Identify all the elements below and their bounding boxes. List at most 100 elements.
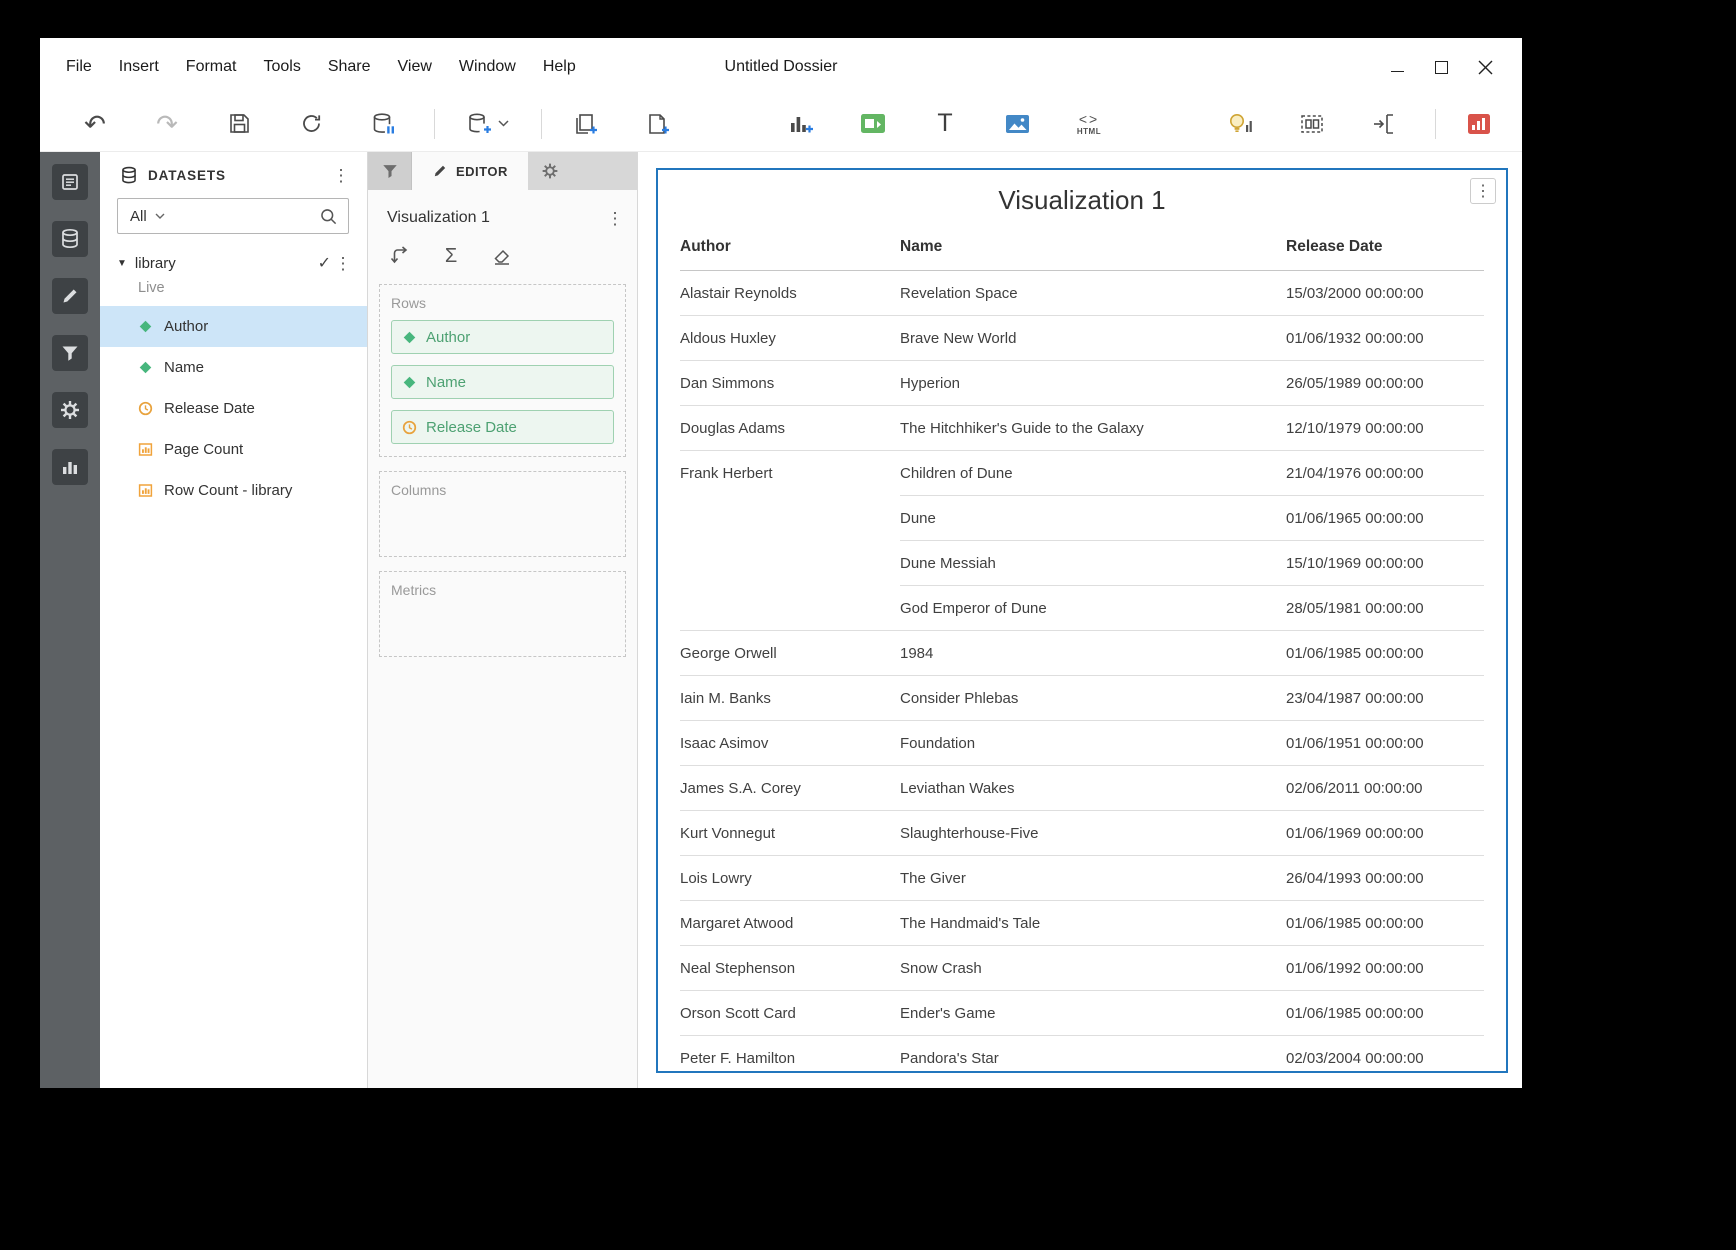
undo-button[interactable]: ↶	[74, 103, 116, 145]
cell-release-date[interactable]: 01/06/1985 00:00:00	[1286, 901, 1484, 946]
cell-author[interactable]: Alastair Reynolds	[680, 271, 900, 316]
add-image-button[interactable]	[996, 103, 1038, 145]
viz-options-menu-button[interactable]: ⋮	[603, 206, 627, 230]
clear-all-button[interactable]	[490, 244, 514, 268]
dataset-field-release-date[interactable]: Release Date	[100, 388, 367, 429]
cell-author[interactable]: Peter F. Hamilton	[680, 1036, 900, 1074]
cell-release-date[interactable]: 01/06/1932 00:00:00	[1286, 316, 1484, 361]
refresh-button[interactable]	[290, 103, 332, 145]
maximize-button[interactable]	[1426, 52, 1456, 82]
cell-name[interactable]: 1984	[900, 631, 1286, 676]
metrics-drop-zone[interactable]: Metrics	[379, 571, 626, 657]
dataset-field-page-count[interactable]: Page Count	[100, 429, 367, 470]
cell-release-date[interactable]: 01/06/1985 00:00:00	[1286, 991, 1484, 1036]
presentation-mode-button[interactable]	[1363, 103, 1405, 145]
cell-name[interactable]: Pandora's Star	[900, 1036, 1286, 1074]
expand-caret-icon[interactable]: ▼	[117, 258, 127, 269]
cell-name[interactable]: The Hitchhiker's Guide to the Galaxy	[900, 406, 1286, 451]
tab-format[interactable]	[528, 152, 572, 190]
add-selector-button[interactable]	[852, 103, 894, 145]
totals-button[interactable]: Σ	[439, 244, 463, 268]
cell-release-date[interactable]: 01/06/1965 00:00:00	[1286, 496, 1484, 541]
cell-name[interactable]: God Emperor of Dune	[900, 586, 1286, 631]
visualization-container[interactable]: ⋮ Visualization 1 AuthorNameRelease Date…	[656, 168, 1508, 1073]
cell-author[interactable]: Neal Stephenson	[680, 946, 900, 991]
cell-name[interactable]: Brave New World	[900, 316, 1286, 361]
add-text-button[interactable]: T	[924, 103, 966, 145]
auto-arrange-button[interactable]	[1291, 103, 1333, 145]
add-page-button[interactable]	[636, 103, 678, 145]
menu-tools[interactable]: Tools	[263, 58, 300, 76]
menu-format[interactable]: Format	[186, 58, 237, 76]
library-menu-button[interactable]: ⋮	[331, 251, 355, 275]
redo-button[interactable]: ↷	[146, 103, 188, 145]
cell-release-date[interactable]: 01/06/1992 00:00:00	[1286, 946, 1484, 991]
cell-author[interactable]: Lois Lowry	[680, 856, 900, 901]
cell-author[interactable]: Iain M. Banks	[680, 676, 900, 721]
visualization-menu-button[interactable]: ⋮	[1470, 178, 1496, 204]
cell-author[interactable]: James S.A. Corey	[680, 766, 900, 811]
columns-drop-zone[interactable]: Columns	[379, 471, 626, 557]
dataset-search-box[interactable]: All	[117, 198, 349, 234]
cell-release-date[interactable]: 15/10/1969 00:00:00	[1286, 541, 1484, 586]
rows-chip-author[interactable]: Author	[391, 320, 614, 354]
visualization-gallery-button[interactable]	[52, 449, 88, 485]
cell-release-date[interactable]: 02/03/2004 00:00:00	[1286, 1036, 1484, 1074]
cell-name[interactable]: Revelation Space	[900, 271, 1286, 316]
cell-release-date[interactable]: 26/05/1989 00:00:00	[1286, 361, 1484, 406]
filter-panel-button[interactable]	[52, 335, 88, 371]
cell-name[interactable]: Leviathan Wakes	[900, 766, 1286, 811]
add-html-button[interactable]: <>HTML	[1068, 103, 1110, 145]
menu-help[interactable]: Help	[543, 58, 576, 76]
dataset-field-author[interactable]: Author	[100, 306, 367, 347]
cell-author[interactable]: Margaret Atwood	[680, 901, 900, 946]
cell-name[interactable]: Ender's Game	[900, 991, 1286, 1036]
cell-name[interactable]: Dune	[900, 496, 1286, 541]
cell-name[interactable]: Snow Crash	[900, 946, 1286, 991]
cell-author[interactable]: Dan Simmons	[680, 361, 900, 406]
menu-view[interactable]: View	[398, 58, 432, 76]
close-button[interactable]	[1470, 52, 1500, 82]
menu-window[interactable]: Window	[459, 58, 516, 76]
grid-header-release-date[interactable]: Release Date	[1286, 225, 1484, 271]
cell-author[interactable]: Kurt Vonnegut	[680, 811, 900, 856]
insights-button[interactable]	[1219, 103, 1261, 145]
cell-release-date[interactable]: 02/06/2011 00:00:00	[1286, 766, 1484, 811]
export-to-presentation-button[interactable]	[1458, 103, 1500, 145]
settings-panel-button[interactable]	[52, 392, 88, 428]
cell-author[interactable]: Orson Scott Card	[680, 991, 900, 1036]
dataset-field-name[interactable]: Name	[100, 347, 367, 388]
cell-name[interactable]: The Handmaid's Tale	[900, 901, 1286, 946]
edit-panel-button[interactable]	[52, 278, 88, 314]
cell-release-date[interactable]: 01/06/1985 00:00:00	[1286, 631, 1484, 676]
datasets-menu-button[interactable]: ⋮	[329, 163, 353, 187]
cell-author[interactable]: Frank Herbert	[680, 451, 900, 631]
menu-share[interactable]: Share	[328, 58, 371, 76]
dataset-library-row[interactable]: ▼ library ✓ ⋮	[100, 246, 367, 280]
add-dataset-button[interactable]	[457, 103, 519, 145]
cell-author[interactable]: Douglas Adams	[680, 406, 900, 451]
minimize-button[interactable]	[1382, 52, 1412, 82]
menu-insert[interactable]: Insert	[119, 58, 159, 76]
pause-data-retrieval-button[interactable]	[362, 103, 404, 145]
cell-name[interactable]: The Giver	[900, 856, 1286, 901]
cell-release-date[interactable]: 01/06/1969 00:00:00	[1286, 811, 1484, 856]
cell-name[interactable]: Slaughterhouse-Five	[900, 811, 1286, 856]
cell-release-date[interactable]: 01/06/1951 00:00:00	[1286, 721, 1484, 766]
cell-name[interactable]: Foundation	[900, 721, 1286, 766]
cell-release-date[interactable]: 21/04/1976 00:00:00	[1286, 451, 1484, 496]
tab-editor[interactable]: EDITOR	[412, 152, 528, 190]
cell-release-date[interactable]: 26/04/1993 00:00:00	[1286, 856, 1484, 901]
cell-release-date[interactable]: 15/03/2000 00:00:00	[1286, 271, 1484, 316]
grid-header-author[interactable]: Author	[680, 225, 900, 271]
save-button[interactable]	[218, 103, 260, 145]
dataset-field-row-count-library[interactable]: Row Count - library	[100, 470, 367, 511]
cell-name[interactable]: Hyperion	[900, 361, 1286, 406]
rows-drop-zone[interactable]: Rows AuthorNameRelease Date	[379, 284, 626, 457]
cell-release-date[interactable]: 23/04/1987 00:00:00	[1286, 676, 1484, 721]
grid-header-name[interactable]: Name	[900, 225, 1286, 271]
datasets-panel-button[interactable]	[52, 221, 88, 257]
cell-author[interactable]: Isaac Asimov	[680, 721, 900, 766]
cell-release-date[interactable]: 28/05/1981 00:00:00	[1286, 586, 1484, 631]
cell-name[interactable]: Dune Messiah	[900, 541, 1286, 586]
